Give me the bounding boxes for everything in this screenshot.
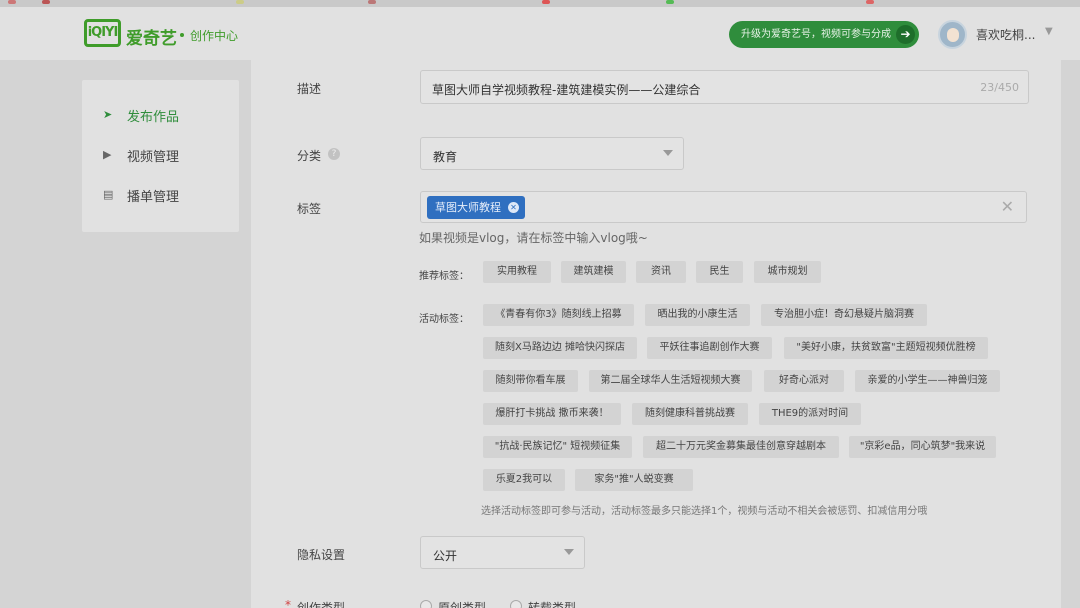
tab-favicon [236,0,244,4]
sidebar-item-publish[interactable]: ➤ 发布作品 [103,106,233,126]
tab-favicon [866,0,874,4]
description-input[interactable]: 草图大师自学视频教程-建筑建模实例——公建综合 23/450 [420,70,1029,104]
activity-tag[interactable]: 好奇心派对 [764,370,844,392]
category-select[interactable]: 教育 [420,137,684,170]
upgrade-label: 升级为爱奇艺号，视频可参与分成 [741,29,891,40]
sidebar-item-label: 播单管理 [127,190,180,205]
selected-tag[interactable]: 草图大师教程 ✕ [427,196,525,219]
activity-tag[interactable]: "抗战·民族记忆" 短视频征集 [483,436,632,458]
description-char-count: 23/450 [980,81,1019,94]
activity-tag[interactable]: "美好小康，扶贫致富"主题短视频优胜榜 [784,337,988,359]
send-icon: ➤ [103,108,113,121]
recommended-tags-label: 推荐标签： [419,271,469,282]
category-label: 分类 [297,149,322,163]
sidebar-item-label: 视频管理 [127,150,180,165]
activity-tag[interactable]: 乐夏2我可以 [483,469,565,491]
recommended-tag[interactable]: 资讯 [636,261,686,283]
username[interactable]: 喜欢吃桐... [976,26,1035,43]
description-label: 描述 [297,82,322,96]
activity-tag[interactable]: 专治胆小症！奇幻悬疑片脑洞赛 [761,304,927,326]
recommended-tag[interactable]: 实用教程 [483,261,551,283]
tab-favicon [666,0,674,4]
activity-tag[interactable]: 随刻X马路边边 摊哈快闪探店 [483,337,637,359]
screen: iQIYI 爱奇艺 创作中心 升级为爱奇艺号，视频可参与分成 ➔ 喜欢吃桐...… [0,0,1080,608]
activity-tag[interactable]: 《青春有你3》随刻线上招募 [483,304,634,326]
tab-favicon [368,0,376,4]
tab-favicon [8,0,16,4]
category-value: 教育 [433,150,458,164]
vlog-hint: 如果视频是vlog，请在标签中输入vlog哦~ [419,231,648,245]
activity-tag[interactable]: 第二届全球华人生活短视频大赛 [589,370,752,392]
recommended-tag[interactable]: 建筑建模 [561,261,626,283]
activity-tag[interactable]: "京彩e品，同心筑梦"我来说 [849,436,996,458]
play-square-icon: ▶ [103,148,112,161]
caret-down-icon [663,150,673,156]
tab-favicon [42,0,50,4]
radio-original[interactable] [420,600,432,608]
sidebar: ➤ 发布作品 ▶ 视频管理 ▤ 播单管理 [82,80,239,232]
close-icon[interactable]: ✕ [508,202,519,213]
brand-separator [180,33,184,37]
question-icon[interactable]: ? [328,148,340,160]
activity-tag[interactable]: 爆肝打卡挑战 撒币来袭！ [483,403,621,425]
activity-tags-label: 活动标签： [419,314,469,325]
brand-name: 爱奇艺 [126,29,177,49]
selected-tag-label: 草图大师教程 [435,201,501,214]
recommended-tag[interactable]: 城市规划 [754,261,821,283]
top-header: iQIYI 爱奇艺 创作中心 升级为爱奇艺号，视频可参与分成 ➔ 喜欢吃桐...… [0,7,1080,60]
activity-tag[interactable]: 随刻健康科普挑战赛 [632,403,748,425]
caret-down-icon [564,549,574,555]
required-marker: * [285,598,291,608]
recommended-tag[interactable]: 民生 [696,261,743,283]
radio-original-label: 原创类型 [438,601,487,608]
arrow-right-icon: ➔ [896,25,915,44]
radio-repost[interactable] [510,600,522,608]
avatar-face [947,28,959,42]
publish-form: 描述 草图大师自学视频教程-建筑建模实例——公建综合 23/450 分类 ? 教… [251,60,1061,608]
scrollbar[interactable] [1061,60,1080,608]
playlist-icon: ▤ [103,188,114,201]
privacy-label: 隐私设置 [297,548,346,562]
browser-tab-strip [0,0,1080,7]
radio-repost-label: 转载类型 [528,601,577,608]
activity-rule-note: 选择活动标签即可参与活动，活动标签最多只能选择1个，视频与活动不相关会被惩罚、扣… [481,506,928,517]
privacy-select[interactable]: 公开 [420,536,585,569]
activity-tag[interactable]: 家务"推"人蜕变赛 [575,469,693,491]
creation-type-label: 创作类型 [297,601,346,608]
activity-tag[interactable]: 超二十万元奖金募集最佳创意穿越剧本 [643,436,839,458]
upgrade-account-button[interactable]: 升级为爱奇艺号，视频可参与分成 ➔ [729,21,919,48]
privacy-value: 公开 [433,549,458,563]
iqiyi-logo[interactable]: iQIYI [84,19,121,47]
activity-tag[interactable]: THE9的派对时间 [759,403,861,425]
tab-favicon [542,0,550,4]
tags-label: 标签 [297,202,322,216]
activity-tag[interactable]: 亲爱的小学生——神兽归笼 [855,370,1000,392]
description-value: 草图大师自学视频教程-建筑建模实例——公建综合 [432,83,701,97]
sub-brand: 创作中心 [190,29,239,43]
activity-tag[interactable]: 平妖往事追剧创作大赛 [647,337,772,359]
tags-input[interactable]: 草图大师教程 ✕ ✕ [420,191,1027,223]
sidebar-item-video-manage[interactable]: ▶ 视频管理 [103,146,233,166]
clear-icon[interactable]: ✕ [1001,197,1014,216]
activity-tag[interactable]: 晒出我的小康生活 [645,304,750,326]
sidebar-item-label: 发布作品 [127,110,180,125]
avatar[interactable] [938,20,967,49]
activity-tag[interactable]: 随刻带你看车展 [483,370,578,392]
chevron-down-icon[interactable]: ▼ [1045,26,1053,37]
sidebar-item-playlist-manage[interactable]: ▤ 播单管理 [103,186,233,206]
